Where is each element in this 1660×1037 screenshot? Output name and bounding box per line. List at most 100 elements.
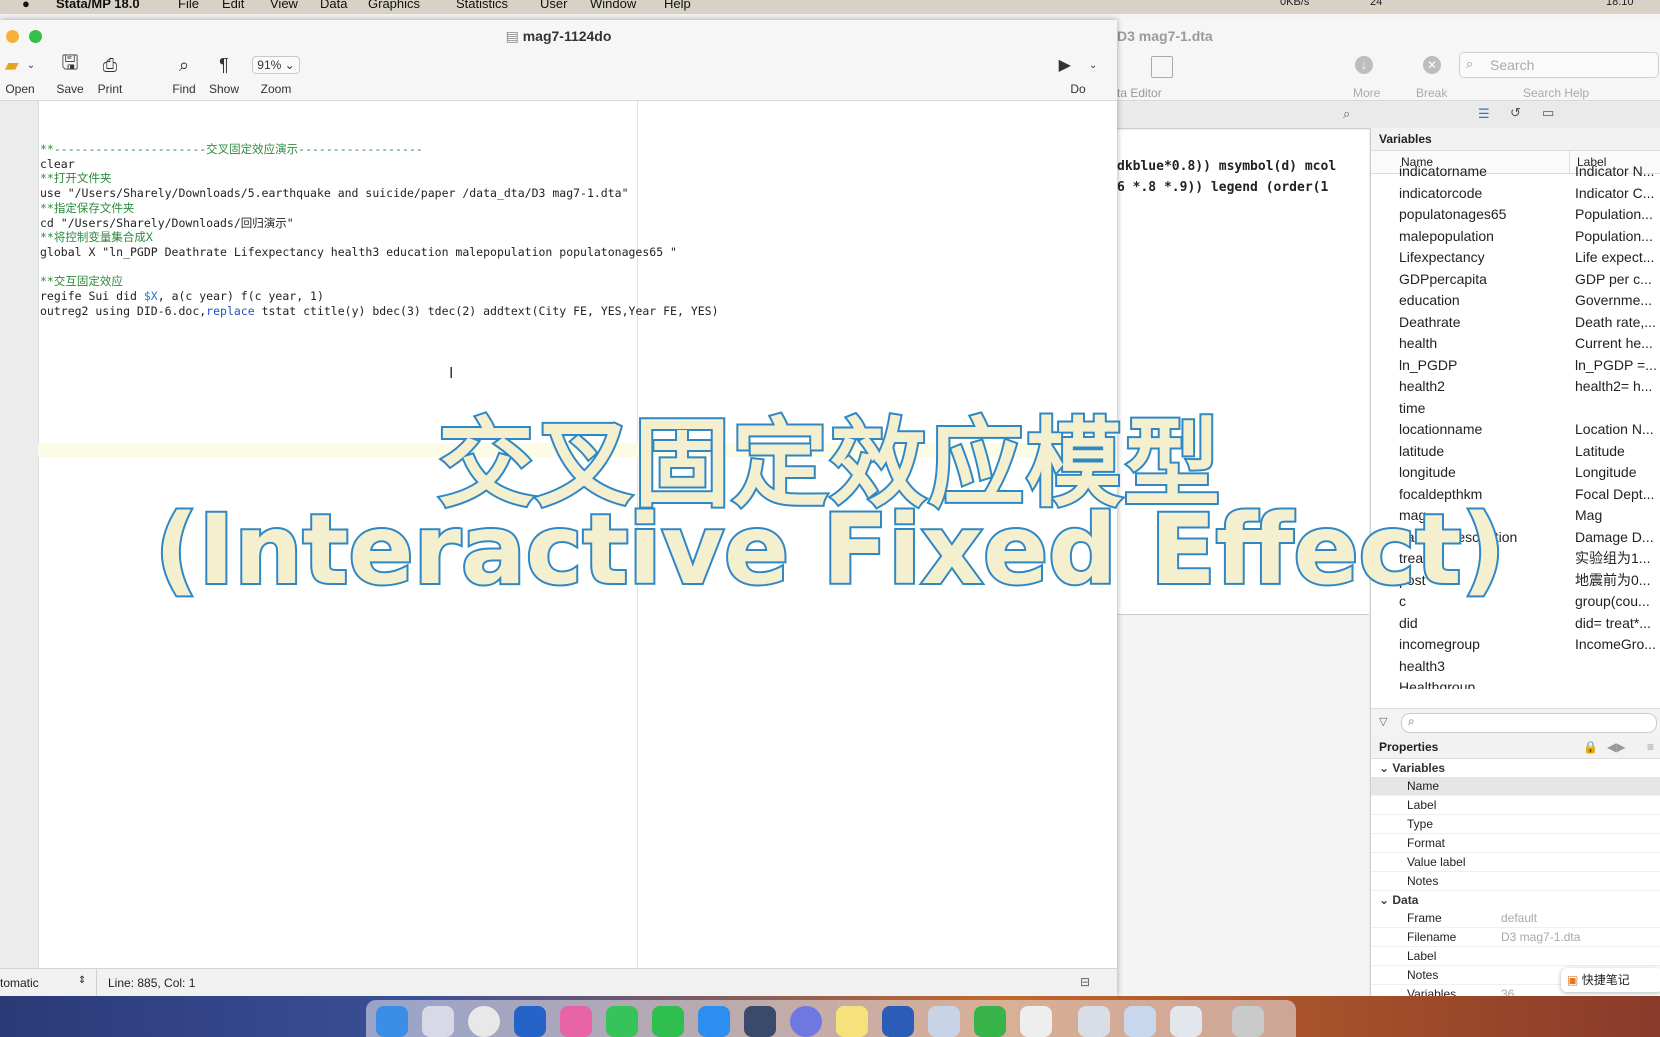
indent-mode[interactable]: tomatic [0,976,39,990]
zoom-select[interactable]: 91% ⌄ [252,56,300,74]
variable-row[interactable]: ln_PGDP ln_PGDP =... [1371,355,1660,377]
app-icon[interactable] [514,1006,546,1037]
properties-variables-section[interactable]: ⌄ Variables [1371,759,1660,777]
variable-row[interactable]: GDPpercapita GDP per c... [1371,269,1660,291]
numbers-icon[interactable] [974,1006,1006,1037]
property-row[interactable]: Type [1371,815,1660,834]
find-button[interactable]: ⌕ Find [168,52,200,97]
window-thumbnail-icon[interactable] [1124,1006,1156,1037]
do-button[interactable]: ▶ ⌄ Do [1054,52,1102,96]
property-row[interactable]: Notes [1371,872,1660,891]
variable-row[interactable]: health3 [1371,656,1660,678]
print-button[interactable]: ⎙ Print [92,52,128,97]
variable-label: Population... [1575,206,1653,222]
menu-data[interactable]: Data [320,0,347,11]
property-row[interactable]: Name [1371,777,1660,796]
quicknote-widget[interactable]: ▣ 快捷笔记 [1561,968,1660,992]
nav-arrows-icon[interactable]: ◀▶ [1607,736,1625,758]
variables-header: Variables [1371,128,1660,151]
app-icon[interactable] [744,1006,776,1037]
property-row[interactable]: Filename D3 mag7-1.dta [1371,928,1660,947]
chevron-updown-icon[interactable]: ⇕ [78,975,86,986]
lock-icon[interactable]: 🔒 [1583,736,1598,758]
data-editor-icon [1151,56,1173,78]
window-thumbnail-icon[interactable] [1170,1006,1202,1037]
menu-view[interactable]: View [270,0,298,11]
code-line: clear [40,156,75,171]
side-tabs: ☰ ↺ ▭ [1370,102,1660,129]
menu-window[interactable]: Window [590,0,636,11]
search-box[interactable]: ⌕ Search [1459,52,1659,78]
property-row[interactable]: Frame default [1371,909,1660,928]
variable-row[interactable]: indicatorcode Indicator C... [1371,183,1660,205]
app-icon[interactable] [790,1006,822,1037]
window-thumbnail-icon[interactable] [1078,1006,1110,1037]
preview-icon[interactable] [928,1006,960,1037]
variable-row[interactable]: populatonages65 Population... [1371,204,1660,226]
menu-graphics[interactable]: Graphics [368,0,420,11]
show-button[interactable]: ¶ Show [206,52,242,97]
property-key: Value label [1407,855,1466,869]
break-button[interactable]: Break [1416,86,1447,100]
variable-name: incomegroup [1399,636,1480,652]
data-editor-button[interactable]: ta Editor [1117,86,1162,100]
zoom-control[interactable]: 91% ⌄ Zoom [250,52,302,96]
variable-label: did= treat*... [1575,614,1651,631]
appstore-icon[interactable] [698,1006,730,1037]
menu-icon[interactable]: ≡ [1647,736,1654,758]
more-button[interactable]: More [1353,86,1380,100]
folder-tab-icon[interactable]: ▭ [1542,105,1554,121]
split-view-icon[interactable]: ⊟ [1080,975,1090,989]
variable-row[interactable]: Healthgroup [1371,677,1660,689]
note-icon: ▣ [1567,973,1579,987]
variable-row[interactable]: Deathrate Death rate,... [1371,312,1660,334]
app-menu[interactable]: Stata/MP 18.0 [56,0,140,11]
save-button[interactable]: 🖫 Save [54,52,86,96]
more-icon[interactable]: ↓ [1355,56,1373,74]
variable-row[interactable]: incomegroup IncomeGro... [1371,634,1660,656]
filter-icon[interactable]: ▽ [1379,715,1387,728]
launchpad-icon[interactable] [422,1006,454,1037]
menu-statistics[interactable]: Statistics [456,0,508,11]
history-tab-icon[interactable]: ↺ [1510,105,1521,121]
break-icon[interactable]: ✕ [1423,56,1441,74]
variable-row[interactable]: health Current he... [1371,333,1660,355]
property-row[interactable]: Label [1371,796,1660,815]
facetime-icon[interactable] [606,1006,638,1037]
variable-row[interactable]: did did= treat*... [1371,613,1660,635]
apple-icon[interactable]: ● [22,0,30,11]
code-line: global X "ln_PGDP Deathrate Lifexpectanc… [40,244,677,259]
results-search-icon[interactable]: ⌕ [1343,106,1350,122]
menu-file[interactable]: File [178,0,199,11]
command-area[interactable] [1117,614,1369,997]
property-row[interactable]: Format [1371,834,1660,853]
variable-row[interactable]: indicatorname Indicator N... [1371,161,1660,183]
trash-icon[interactable] [1232,1006,1264,1037]
menu-edit[interactable]: Edit [222,0,244,11]
variables-tab-icon[interactable]: ☰ [1478,106,1490,122]
code-line: **指定保存文件夹 [40,200,135,215]
property-key: Label [1407,949,1437,963]
menu-user[interactable]: User [540,0,567,11]
open-button[interactable]: ▰ ⌄ Open [0,52,40,97]
results-line-1: dkblue*0.8)) msymbol(d) mcol [1117,159,1337,174]
app-icon[interactable] [560,1006,592,1037]
menu-help[interactable]: Help [664,0,691,11]
code-area[interactable]: **----------------------交叉固定效应演示--------… [40,142,719,318]
properties-data-section[interactable]: ⌄ Data [1371,891,1660,909]
variable-row[interactable]: malepopulation Population... [1371,226,1660,248]
chrome-icon[interactable] [468,1006,500,1037]
search-input[interactable]: Search [1490,57,1534,73]
code-line: use "/Users/Sharely/Downloads/5.earthqua… [40,186,629,201]
notes-icon[interactable] [836,1006,868,1037]
variable-row[interactable]: education Governme... [1371,290,1660,312]
property-row[interactable]: Value label [1371,853,1660,872]
property-row[interactable]: Label [1371,947,1660,966]
variables-filter-input[interactable]: ⌕ [1401,713,1657,733]
print-label: Print [97,82,123,96]
variable-row[interactable]: Lifexpectancy Life expect... [1371,247,1660,269]
textedit-icon[interactable] [1020,1006,1052,1037]
word-icon[interactable] [882,1006,914,1037]
finder-icon[interactable] [376,1006,408,1037]
wechat-icon[interactable] [652,1006,684,1037]
